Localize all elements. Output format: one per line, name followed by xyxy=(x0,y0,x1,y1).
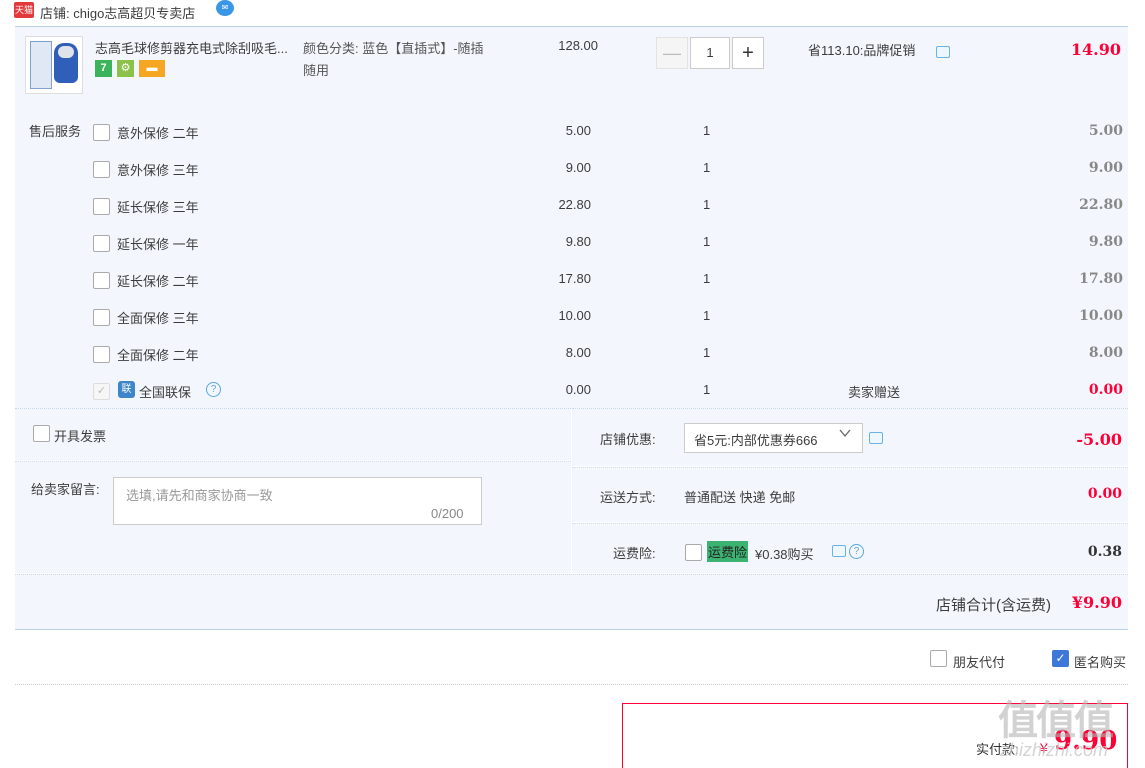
message-label: 给卖家留言: xyxy=(31,482,100,497)
service-qty: 1 xyxy=(703,345,711,360)
promo-comment-icon[interactable] xyxy=(936,46,950,58)
service-row: 全面保修 二年 8.00 1 8.00 xyxy=(0,342,1145,379)
service-total: 9.00 xyxy=(1088,160,1123,176)
service-total: 17.80 xyxy=(1079,271,1123,287)
invoice-label[interactable]: 开具发票 xyxy=(54,426,106,445)
invoice-checkbox[interactable] xyxy=(33,425,50,442)
friend-pay-checkbox[interactable] xyxy=(930,650,947,667)
seller-gift-label: 卖家赠送 xyxy=(848,385,901,400)
service-guarantee-icon: ⚙ xyxy=(117,60,134,77)
insurance-price: ¥0.38购买 xyxy=(755,547,814,562)
credit-card-icon: ▬ xyxy=(139,60,165,77)
qty-input[interactable]: 1 xyxy=(690,37,730,69)
service-name: 全面保修 三年 xyxy=(117,311,199,326)
guarantee-checkbox-disabled: ✓ xyxy=(93,383,110,400)
service-row: 意外保修 二年 5.00 1 5.00 xyxy=(0,120,1145,157)
watermark-text: zhizhizhi.com xyxy=(1000,740,1109,760)
service-checkbox[interactable] xyxy=(93,198,110,215)
service-row: 全面保修 三年 10.00 1 10.00 xyxy=(0,305,1145,342)
service-checkbox[interactable] xyxy=(93,124,110,141)
anonymous-label[interactable]: 匿名购买 xyxy=(1074,652,1126,671)
service-price: 10.00 xyxy=(558,308,591,323)
sku-line-2: 随用 xyxy=(303,63,330,78)
service-qty: 1 xyxy=(703,382,711,397)
promotion-text: 省113.10:品牌促销 xyxy=(808,43,916,58)
service-price: 17.80 xyxy=(558,271,591,286)
service-row: 延长保修 三年 22.80 1 22.80 xyxy=(0,194,1145,231)
service-price: 8.00 xyxy=(565,345,591,360)
service-qty: 1 xyxy=(703,160,711,175)
service-total: 10.00 xyxy=(1079,308,1123,324)
insurance-tag: 运费险 xyxy=(707,541,749,562)
insurance-comment-icon[interactable] xyxy=(832,545,846,557)
service-name: 意外保修 二年 xyxy=(117,126,199,141)
service-row: 延长保修 一年 9.80 1 9.80 xyxy=(0,231,1145,268)
shipping-amount: 0.00 xyxy=(1087,486,1122,502)
chat-icon[interactable]: ✉ xyxy=(216,0,234,16)
service-name: 延长保修 二年 xyxy=(117,274,199,289)
sku-line-1: 颜色分类: 蓝色【直插式】-随插 xyxy=(303,41,484,56)
service-price: 9.80 xyxy=(565,234,591,249)
service-checkbox[interactable] xyxy=(93,161,110,178)
friend-pay-label[interactable]: 朋友代付 xyxy=(953,652,1005,671)
product-title-link[interactable]: 志高毛球修剪器充电式除刮吸毛... xyxy=(95,38,300,57)
chevron-down-icon xyxy=(838,426,852,440)
insurance-help-icon[interactable]: ? xyxy=(849,544,864,559)
service-name: 全国联保 xyxy=(139,385,192,400)
qty-increase-button[interactable]: + xyxy=(732,37,764,69)
service-total: 22.80 xyxy=(1079,197,1123,213)
service-row: 延长保修 二年 17.80 1 17.80 xyxy=(0,268,1145,305)
service-total: 9.80 xyxy=(1088,234,1123,250)
service-qty: 1 xyxy=(703,123,711,138)
service-price: 22.80 xyxy=(558,197,591,212)
service-price: 9.00 xyxy=(565,160,591,175)
service-price: 0.00 xyxy=(565,382,591,397)
service-total: 8.00 xyxy=(1088,345,1123,361)
service-row: 意外保修 三年 9.00 1 9.00 xyxy=(0,157,1145,194)
message-char-count: 0/200 xyxy=(431,506,464,521)
service-checkbox[interactable] xyxy=(93,235,110,252)
service-name: 延长保修 一年 xyxy=(117,237,199,252)
discount-selected-value: 省5元:内部优惠券666 xyxy=(694,433,818,448)
insurance-checkbox[interactable] xyxy=(685,544,702,561)
message-placeholder: 选填,请先和商家协商一致 xyxy=(126,488,273,503)
sku-info: 颜色分类: 蓝色【直插式】-随插 随用 xyxy=(303,38,513,82)
insurance-amount: 0.38 xyxy=(1087,544,1122,560)
shop-total-label: 店铺合计(含运费) xyxy=(936,597,1051,614)
shipping-method: 普通配送 快递 免邮 xyxy=(684,490,796,505)
service-qty: 1 xyxy=(703,271,711,286)
national-warranty-icon: 联 xyxy=(118,381,135,398)
help-icon[interactable]: ? xyxy=(206,382,221,397)
qty-decrease-button[interactable]: — xyxy=(656,37,688,69)
service-price: 5.00 xyxy=(565,123,591,138)
seven-day-return-icon: 7 xyxy=(95,60,112,77)
discount-comment-icon[interactable] xyxy=(869,432,883,444)
service-name: 全面保修 二年 xyxy=(117,348,199,363)
service-qty: 1 xyxy=(703,197,711,212)
insurance-label: 运费险: xyxy=(613,546,656,561)
discount-amount: -5.00 xyxy=(1076,430,1122,449)
product-thumbnail[interactable] xyxy=(25,36,83,94)
shipping-label: 运送方式: xyxy=(600,490,656,505)
service-name: 延长保修 三年 xyxy=(117,200,199,215)
service-qty: 1 xyxy=(703,234,711,249)
service-checkbox[interactable] xyxy=(93,272,110,289)
discount-label: 店铺优惠: xyxy=(600,432,656,447)
divider xyxy=(15,684,1128,685)
shop-name-link[interactable]: 店铺: chigo志高超贝专卖店 xyxy=(40,3,195,22)
unit-price: 128.00 xyxy=(558,38,598,53)
service-checkbox[interactable] xyxy=(93,346,110,363)
item-subtotal: 14.90 xyxy=(1070,40,1121,59)
service-checkbox[interactable] xyxy=(93,309,110,326)
tmall-badge: 天猫 xyxy=(14,2,34,18)
shop-total-amount: ¥9.90 xyxy=(1071,593,1122,612)
service-total: 5.00 xyxy=(1088,123,1123,139)
service-qty: 1 xyxy=(703,308,711,323)
watermark-logo: 值值值 xyxy=(998,699,1114,743)
service-name: 意外保修 三年 xyxy=(117,163,199,178)
service-total: 0.00 xyxy=(1088,382,1123,398)
anonymous-checkbox[interactable]: ✓ xyxy=(1052,650,1069,667)
